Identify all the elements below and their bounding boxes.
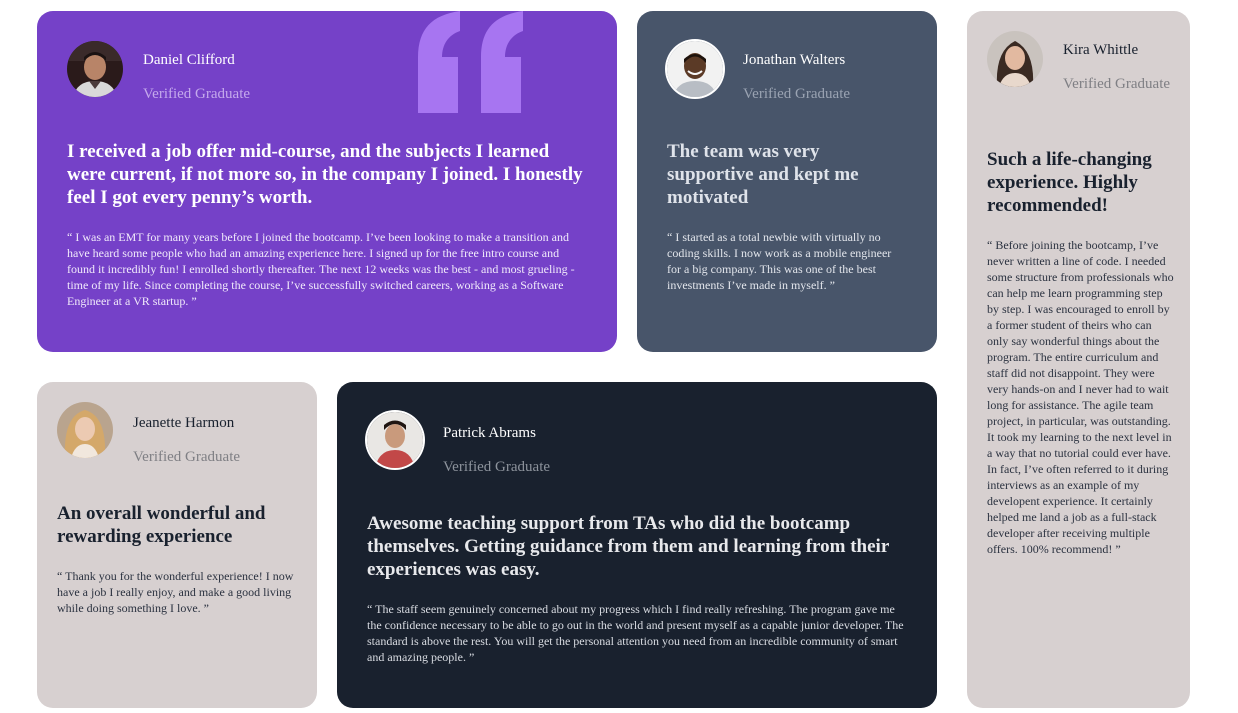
testimonial-body: “ The staff seem genuinely concerned abo… bbox=[367, 602, 904, 664]
testimonial-card-jeanette: Jeanette Harmon Verified Graduate An ove… bbox=[37, 382, 317, 708]
testimonial-card-kira: Kira Whittle Verified Graduate Such a li… bbox=[967, 11, 1190, 708]
quotation-mark-icon bbox=[418, 11, 523, 113]
reviewer-name: Daniel Clifford bbox=[143, 52, 235, 68]
reviewer-role: Verified Graduate bbox=[1063, 76, 1171, 92]
reviewer-name: Kira Whittle bbox=[1063, 42, 1139, 58]
testimonial-headline: Such a life-changing experience. Highly … bbox=[987, 149, 1152, 216]
testimonial-body: “ I started as a total newbie with virtu… bbox=[667, 230, 892, 292]
avatar bbox=[367, 412, 423, 468]
testimonial-card-jonathan: Jonathan Walters Verified Graduate The t… bbox=[637, 11, 937, 352]
testimonial-card-daniel: Daniel Clifford Verified Graduate I rece… bbox=[37, 11, 617, 352]
testimonial-card-patrick: Patrick Abrams Verified Graduate Awesome… bbox=[337, 382, 937, 708]
avatar bbox=[67, 41, 123, 97]
testimonial-body: “ Before joining the bootcamp, I’ve neve… bbox=[987, 238, 1174, 556]
reviewer-role: Verified Graduate bbox=[133, 449, 241, 465]
testimonial-headline: Awesome teaching support from TAs who di… bbox=[367, 513, 889, 580]
reviewer-role: Verified Graduate bbox=[443, 459, 551, 475]
reviewer-role: Verified Graduate bbox=[143, 86, 251, 102]
testimonial-headline: An overall wonderful and rewarding exper… bbox=[57, 503, 266, 547]
avatar bbox=[987, 31, 1043, 87]
avatar bbox=[667, 41, 723, 97]
reviewer-role: Verified Graduate bbox=[743, 86, 851, 102]
testimonial-headline: The team was very supportive and kept me… bbox=[667, 141, 859, 208]
testimonial-body: “ I was an EMT for many years before I j… bbox=[67, 230, 575, 308]
reviewer-name: Jonathan Walters bbox=[743, 52, 846, 68]
avatar bbox=[57, 402, 113, 458]
reviewer-name: Jeanette Harmon bbox=[133, 415, 235, 431]
reviewer-name: Patrick Abrams bbox=[443, 425, 536, 441]
testimonial-headline: I received a job offer mid-course, and t… bbox=[67, 141, 583, 208]
testimonial-body: “ Thank you for the wonderful experience… bbox=[57, 569, 294, 615]
